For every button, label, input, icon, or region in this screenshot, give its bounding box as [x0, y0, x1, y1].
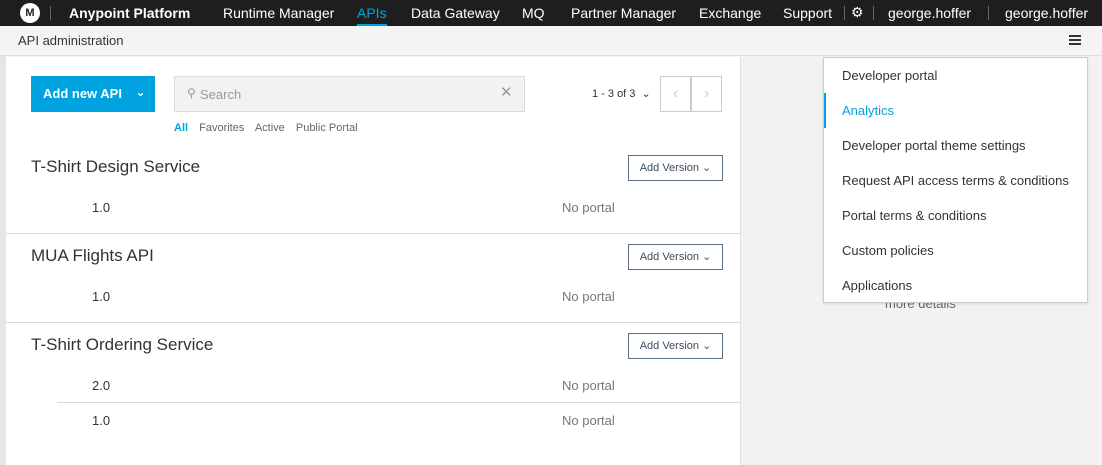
filter-all[interactable]: All	[174, 122, 188, 134]
sub-header: API administration	[0, 26, 1102, 56]
top-navigation-bar: M Anypoint Platform Runtime Manager APIs…	[0, 0, 1102, 26]
user-menu-primary[interactable]: george.hoffer	[888, 5, 971, 21]
api-name[interactable]: T-Shirt Design Service	[31, 157, 200, 177]
divider	[6, 233, 741, 234]
nav-exchange[interactable]: Exchange	[699, 5, 761, 21]
nav-partner-manager[interactable]: Partner Manager	[571, 5, 676, 21]
portal-status: No portal	[562, 413, 615, 428]
gear-icon[interactable]: ⚙	[851, 4, 864, 21]
add-new-api-button[interactable]: Add new API ⌄	[31, 76, 155, 112]
api-name[interactable]: MUA Flights API	[31, 246, 154, 266]
api-version[interactable]: 1.0	[92, 289, 110, 304]
menu-item-analytics[interactable]: Analytics	[824, 93, 1087, 128]
nav-separator	[988, 6, 989, 20]
nav-data-gateway[interactable]: Data Gateway	[411, 5, 500, 21]
nav-mq[interactable]: MQ	[522, 5, 545, 21]
prev-page-button[interactable]: ‹	[660, 76, 691, 112]
page-title: API administration	[18, 33, 124, 48]
menu-item-portal-terms[interactable]: Portal terms & conditions	[824, 198, 1087, 233]
nav-separator	[873, 6, 874, 20]
pagination-label: 1 - 3 of 3	[592, 88, 636, 100]
menu-item-applications[interactable]: Applications	[824, 268, 1087, 303]
search-box: ⚲ ✕	[174, 76, 525, 112]
filter-public-portal[interactable]: Public Portal	[296, 122, 358, 134]
mulesoft-logo-icon[interactable]: M	[20, 3, 40, 23]
add-version-button[interactable]: Add Version ⌄	[628, 333, 723, 359]
filter-tabs: All Favorites Active Public Portal	[174, 122, 366, 134]
add-version-label: Add Version	[639, 340, 700, 352]
filter-favorites[interactable]: Favorites	[199, 122, 244, 134]
admin-dropdown-menu: Developer portal Analytics Developer por…	[823, 57, 1088, 303]
brand-anypoint-platform[interactable]: Anypoint Platform	[69, 5, 190, 21]
nav-support[interactable]: Support	[783, 5, 832, 21]
api-version[interactable]: 1.0	[92, 200, 110, 215]
menu-item-developer-portal[interactable]: Developer portal	[824, 58, 1087, 93]
close-icon[interactable]: ✕	[500, 83, 513, 101]
next-page-button[interactable]: ›	[691, 76, 722, 112]
nav-apis[interactable]: APIs	[357, 5, 387, 26]
portal-status: No portal	[562, 289, 615, 304]
api-list-panel: Add new API ⌄ ⚲ ✕ All Favorites Active P…	[6, 57, 741, 465]
nav-separator	[50, 6, 51, 20]
divider	[6, 322, 741, 323]
hamburger-menu-icon[interactable]	[1069, 35, 1081, 47]
add-version-button[interactable]: Add Version ⌄	[628, 155, 723, 181]
filter-active[interactable]: Active	[255, 122, 285, 134]
add-version-label: Add Version	[639, 162, 700, 174]
chevron-down-icon: ⌄	[638, 88, 651, 100]
menu-item-custom-policies[interactable]: Custom policies	[824, 233, 1087, 268]
chevron-down-icon: ⌄	[136, 87, 146, 99]
menu-item-portal-theme-settings[interactable]: Developer portal theme settings	[824, 128, 1087, 163]
user-menu-secondary[interactable]: george.hoffer	[1005, 5, 1088, 21]
portal-status: No portal	[562, 200, 615, 215]
search-icon: ⚲	[187, 86, 196, 100]
search-input[interactable]	[200, 85, 490, 103]
divider	[57, 402, 741, 403]
api-version[interactable]: 2.0	[92, 378, 110, 393]
api-name[interactable]: T-Shirt Ordering Service	[31, 335, 213, 355]
add-version-label: Add Version	[639, 251, 700, 263]
nav-runtime-manager[interactable]: Runtime Manager	[223, 5, 334, 21]
portal-status: No portal	[562, 378, 615, 393]
nav-separator	[844, 6, 845, 20]
add-version-button[interactable]: Add Version ⌄	[628, 244, 723, 270]
add-new-api-label: Add new API	[43, 86, 122, 101]
api-version[interactable]: 1.0	[92, 413, 110, 428]
pagination-dropdown[interactable]: 1 - 3 of 3 ⌄	[592, 87, 651, 100]
menu-item-api-access-terms[interactable]: Request API access terms & conditions	[824, 163, 1087, 198]
